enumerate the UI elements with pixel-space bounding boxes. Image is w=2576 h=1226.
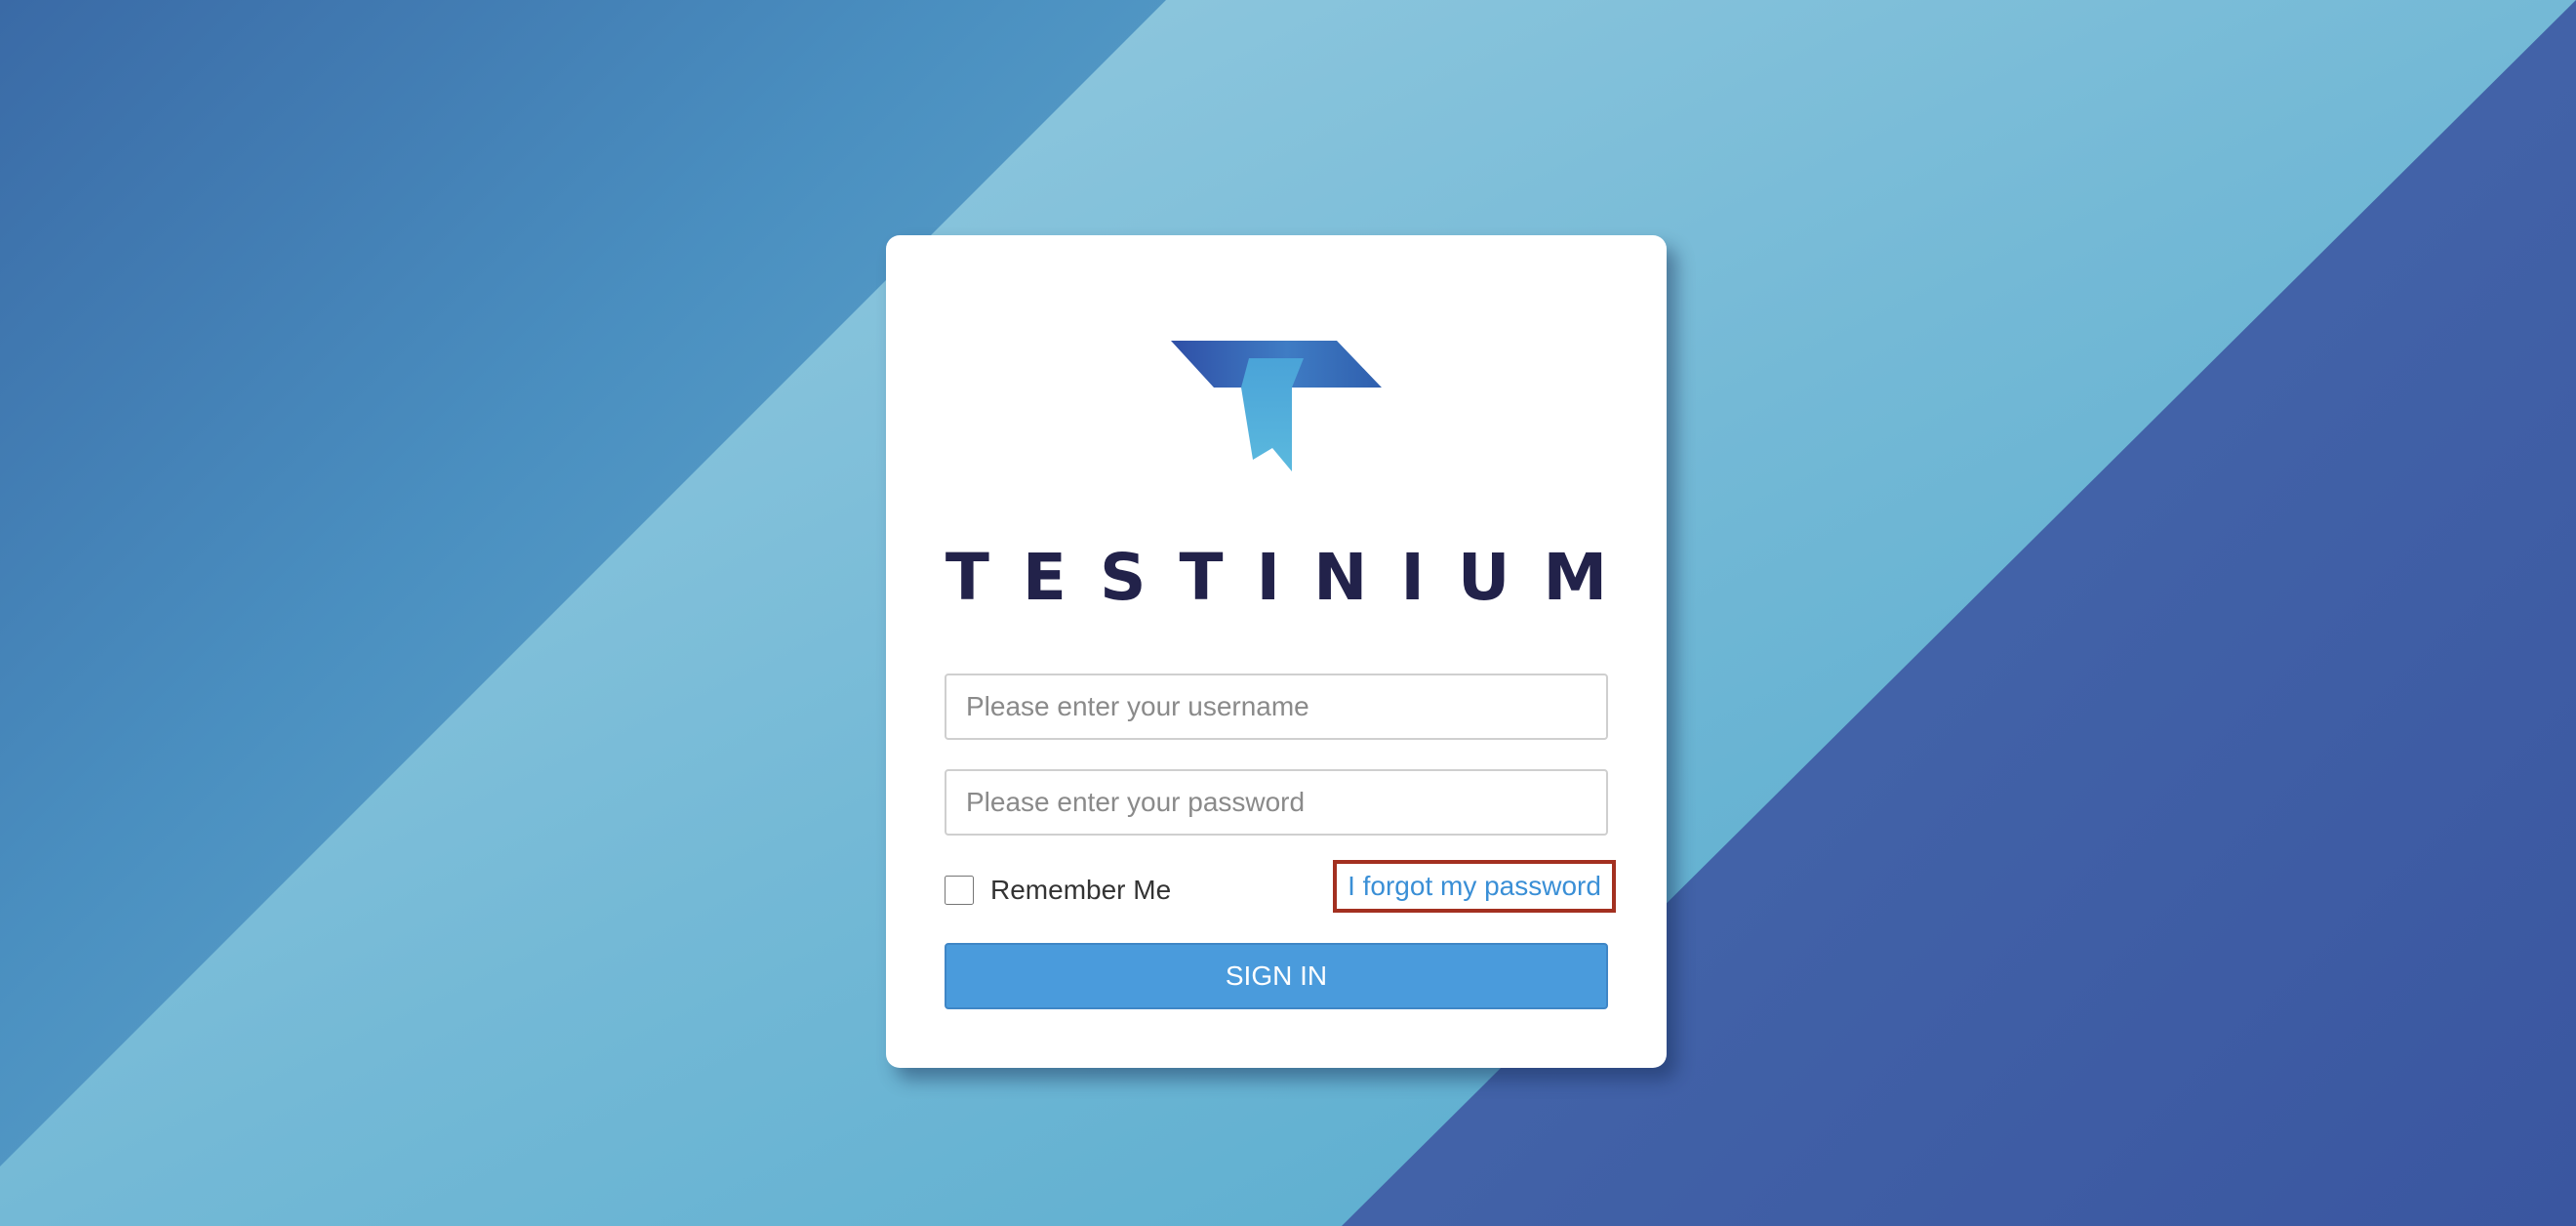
username-input[interactable] bbox=[945, 674, 1608, 740]
brand-name: TESTINIUM bbox=[945, 540, 1641, 615]
sign-in-button[interactable]: SIGN IN bbox=[945, 943, 1608, 1009]
forgot-password-link[interactable]: I forgot my password bbox=[1333, 860, 1616, 913]
remember-me-checkbox[interactable] bbox=[945, 876, 974, 905]
login-card: TESTINIUM Remember Me I forgot my passwo… bbox=[886, 235, 1667, 1068]
remember-me-row[interactable]: Remember Me bbox=[945, 871, 1171, 910]
remember-me-label: Remember Me bbox=[990, 875, 1172, 905]
testinium-logo-icon bbox=[1171, 341, 1382, 471]
password-input[interactable] bbox=[945, 769, 1608, 836]
